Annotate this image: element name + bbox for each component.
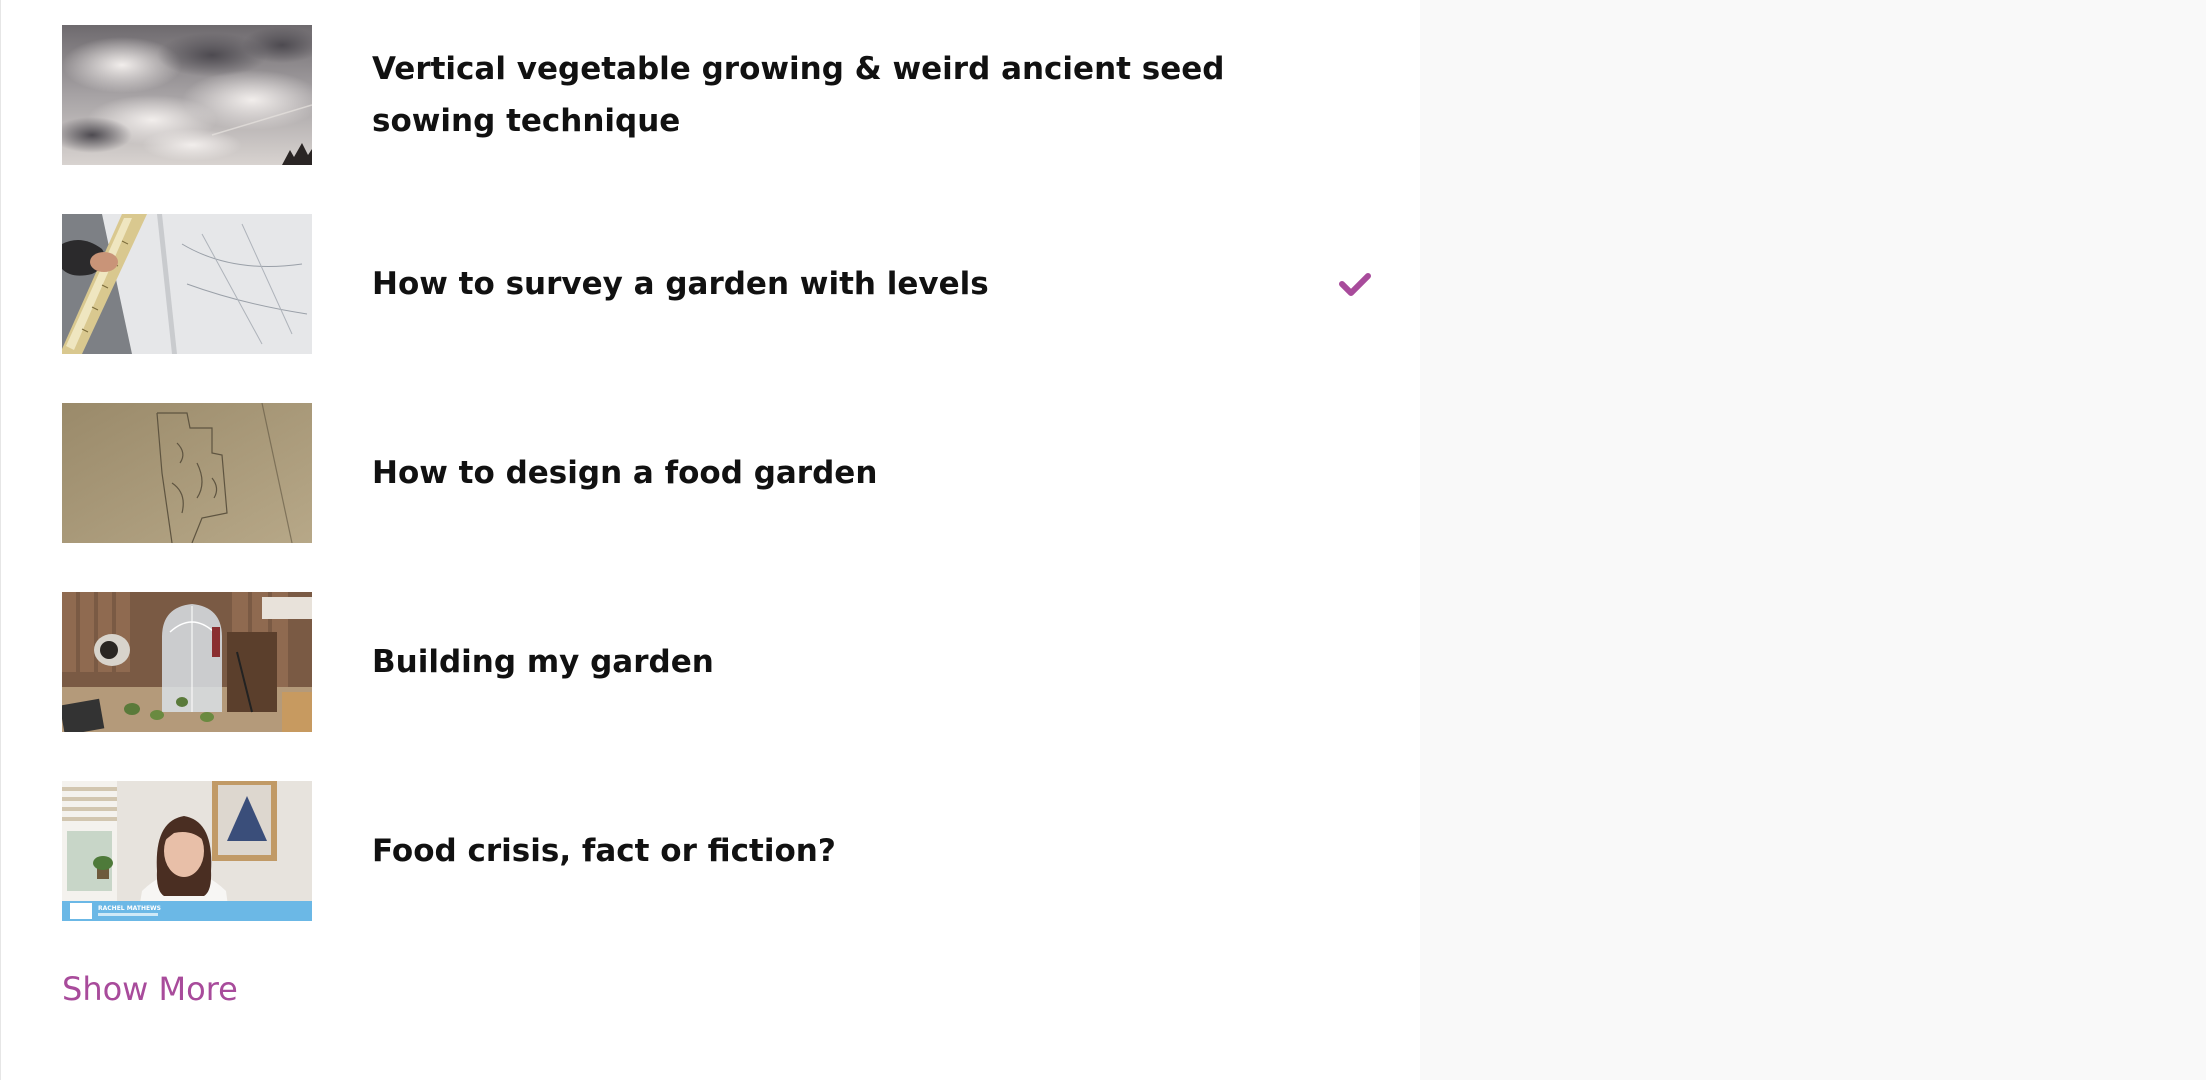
- video-item[interactable]: Building my garden: [62, 592, 1372, 732]
- video-title[interactable]: How to design a food garden: [372, 447, 1252, 499]
- right-sidebar-panel: [1420, 0, 2206, 1080]
- video-thumbnail-garden-sketch[interactable]: [62, 403, 312, 543]
- watched-check-icon: [1339, 273, 1371, 296]
- video-title[interactable]: Food crisis, fact or fiction?: [372, 825, 1252, 877]
- video-item[interactable]: How to design a food garden: [62, 403, 1372, 543]
- video-title[interactable]: Vertical vegetable growing & weird ancie…: [372, 43, 1252, 147]
- video-thumbnail-cloudy-sky[interactable]: [62, 25, 312, 165]
- video-title[interactable]: How to survey a garden with levels: [372, 258, 1252, 310]
- video-thumbnail-survey-plan[interactable]: [62, 214, 312, 354]
- video-thumbnail-garden-build[interactable]: [62, 592, 312, 732]
- video-thumbnail-presenter[interactable]: RACHEL MATHEWS: [62, 781, 312, 921]
- video-item[interactable]: Vertical vegetable growing & weird ancie…: [62, 25, 1372, 165]
- video-item[interactable]: RACHEL MATHEWS Food crisis, fact or fict…: [62, 781, 1372, 921]
- show-more-link[interactable]: Show More: [62, 970, 238, 1008]
- video-list-panel: Vertical vegetable growing & weird ancie…: [0, 0, 1420, 1080]
- thumbnail-caption: RACHEL MATHEWS: [98, 905, 161, 912]
- video-item[interactable]: How to survey a garden with levels: [62, 214, 1372, 354]
- video-title[interactable]: Building my garden: [372, 636, 1252, 688]
